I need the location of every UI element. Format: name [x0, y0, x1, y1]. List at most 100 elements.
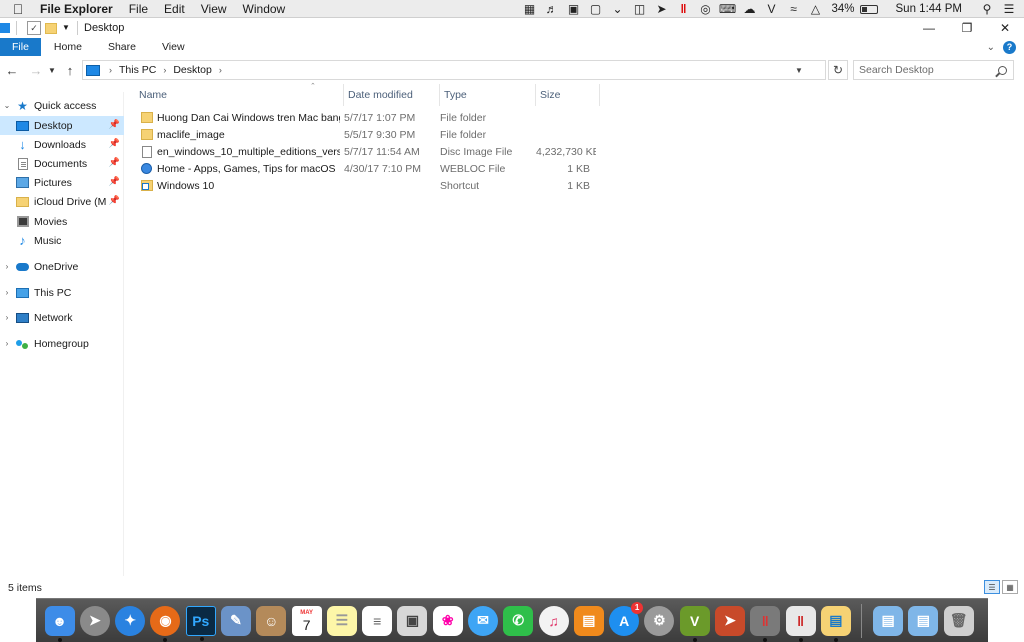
close-button[interactable]: ✕ [986, 18, 1024, 38]
nav-downloads[interactable]: ↓ Downloads 📌 [0, 135, 124, 154]
documents-folder-icon[interactable]: ▤ [908, 605, 939, 636]
breadcrumb-desktop[interactable]: Desktop [169, 64, 216, 76]
clock[interactable]: Sun 1:44 PM [882, 0, 976, 18]
safari-icon[interactable]: ✦ [115, 605, 146, 636]
nav-desktop[interactable]: Desktop 📌 [0, 116, 124, 135]
menu-window[interactable]: Window [235, 0, 294, 18]
breadcrumb-chevron-icon[interactable]: › [160, 65, 169, 75]
menu-edit[interactable]: Edit [156, 0, 193, 18]
tab-share[interactable]: Share [95, 38, 149, 56]
window-app-icon[interactable] [0, 23, 10, 33]
forward-button[interactable]: → [26, 60, 46, 80]
nav-movies[interactable]: Movies [0, 212, 124, 231]
nav-pictures[interactable]: Pictures 📌 [0, 173, 124, 192]
address-bar[interactable]: › This PC › Desktop › ▼ [82, 60, 826, 80]
menu-app-name[interactable]: File Explorer [36, 0, 121, 18]
pin-icon[interactable]: 📌 [109, 157, 120, 168]
calendar-icon[interactable]: MAY 7 [291, 605, 322, 636]
nav-network[interactable]: › Network [0, 308, 124, 327]
new-folder-icon[interactable] [45, 22, 57, 34]
search-icon[interactable] [998, 65, 1007, 75]
nav-icloud-drive[interactable]: iCloud Drive (Ma 📌 [0, 192, 124, 211]
collapse-icon[interactable]: ⌄ [2, 101, 12, 110]
preview-icon[interactable]: ✎ [221, 605, 252, 636]
breadcrumb-chevron-icon[interactable]: › [106, 65, 115, 75]
vmware-icon[interactable]: V [679, 605, 710, 642]
vmware-tray-icon[interactable]: V [760, 0, 782, 18]
photoshop-icon[interactable]: Ps [185, 605, 216, 641]
rocket-icon[interactable]: ➤ [714, 605, 745, 636]
sync-icon[interactable]: ◎ [694, 0, 716, 18]
table-row[interactable]: maclife_image 5/5/17 9:30 PM File folder [135, 126, 596, 143]
nav-onedrive[interactable]: › OneDrive [0, 257, 124, 276]
windows-app-icon[interactable]: ‖ [785, 605, 816, 642]
tab-home[interactable]: Home [41, 38, 95, 56]
launch-icon[interactable]: ➤ [650, 0, 672, 18]
back-button[interactable]: ← [2, 60, 22, 80]
apple-menu-icon[interactable]:  [0, 0, 36, 18]
search-input[interactable] [854, 62, 994, 78]
menu-view[interactable]: View [193, 0, 235, 18]
volume-icon[interactable]: ♬ [540, 0, 562, 18]
menu-file[interactable]: File [121, 0, 156, 18]
table-row[interactable]: Huong Dan Cai Windows tren Mac bang ... … [135, 109, 596, 126]
image-capture-icon[interactable]: ▣ [397, 605, 428, 636]
pin-icon[interactable]: 📌 [109, 195, 120, 206]
firefox-icon[interactable]: ◉ [150, 605, 181, 642]
notification-center-icon[interactable]: ☰ [998, 0, 1020, 18]
screen-icon[interactable]: ▢ [584, 0, 606, 18]
recent-locations-icon[interactable]: ▼ [46, 60, 58, 80]
table-row[interactable]: en_windows_10_multiple_editions_versio..… [135, 143, 596, 160]
itunes-icon[interactable]: ♫ [538, 605, 569, 636]
nav-documents[interactable]: Documents 📌 [0, 154, 124, 173]
column-header-date-modified[interactable]: Date modified [344, 84, 440, 106]
help-icon[interactable]: ? [1003, 40, 1016, 54]
file-explorer-icon[interactable]: ▤ [820, 605, 851, 642]
tab-file[interactable]: File [0, 38, 41, 56]
airplay-icon[interactable]: △ [804, 0, 826, 18]
breadcrumb-this-pc[interactable]: This PC [115, 64, 160, 76]
cloud-tray-icon[interactable]: ☁ [738, 0, 760, 18]
nav-music[interactable]: ♪ Music [0, 231, 124, 250]
notes-icon[interactable]: ☰ [326, 605, 357, 636]
package-icon[interactable]: ◫ [628, 0, 650, 18]
battery-icon[interactable] [859, 4, 878, 14]
expand-icon[interactable]: › [2, 339, 12, 348]
system-preferences-icon[interactable]: ⚙ [644, 605, 675, 636]
spotlight-icon[interactable]: ⚲ [976, 0, 998, 18]
expand-icon[interactable]: › [2, 262, 12, 271]
wifi-icon[interactable]: ≈ [782, 0, 804, 18]
column-header-type[interactable]: Type [440, 84, 536, 106]
minimize-button[interactable]: — [910, 18, 948, 38]
display-icon[interactable]: ▣ [562, 0, 584, 18]
table-row[interactable]: Windows 10 Shortcut 1 KB [135, 177, 596, 194]
pin-icon[interactable]: 📌 [109, 176, 120, 187]
expand-icon[interactable]: › [2, 313, 12, 322]
nav-homegroup[interactable]: › Homegroup [0, 334, 124, 353]
refresh-button[interactable]: ↻ [828, 60, 848, 80]
contacts-icon[interactable]: ☺ [256, 605, 287, 636]
properties-icon[interactable]: ✓ [27, 21, 41, 35]
chevron-down-tray-icon[interactable]: ⌄ [606, 0, 628, 18]
photos-icon[interactable]: ❀ [432, 605, 463, 636]
up-button[interactable]: ↑ [60, 60, 80, 80]
messages-icon[interactable]: ✉ [468, 605, 499, 636]
expand-icon[interactable]: › [2, 288, 12, 297]
parallels-icon[interactable]: ‖ [672, 0, 694, 18]
column-header-size[interactable]: Size [536, 84, 600, 106]
notes-tray-icon[interactable]: ▦ [518, 0, 540, 18]
nav-quick-access[interactable]: ⌄ ★ Quick access [0, 96, 124, 115]
applications-folder-icon[interactable]: ▤ [873, 605, 904, 636]
app-store-icon[interactable]: A 1 [609, 601, 644, 636]
large-icons-view-icon[interactable]: ▦ [1002, 580, 1018, 594]
breadcrumb-chevron-icon[interactable]: › [216, 65, 225, 75]
reminders-icon[interactable]: ≡ [362, 605, 393, 636]
quick-access-toolbar-dropdown-icon[interactable]: ▼ [61, 21, 71, 35]
launchpad-icon[interactable]: ➤ [79, 605, 110, 636]
tab-view[interactable]: View [149, 38, 198, 56]
trash-icon[interactable]: 🗑 [943, 605, 974, 636]
ibooks-icon[interactable]: ▤ [573, 605, 604, 636]
address-dropdown-icon[interactable]: ▼ [791, 61, 807, 79]
finder-icon[interactable]: ☻ [44, 605, 75, 642]
pin-icon[interactable]: 📌 [109, 119, 120, 130]
